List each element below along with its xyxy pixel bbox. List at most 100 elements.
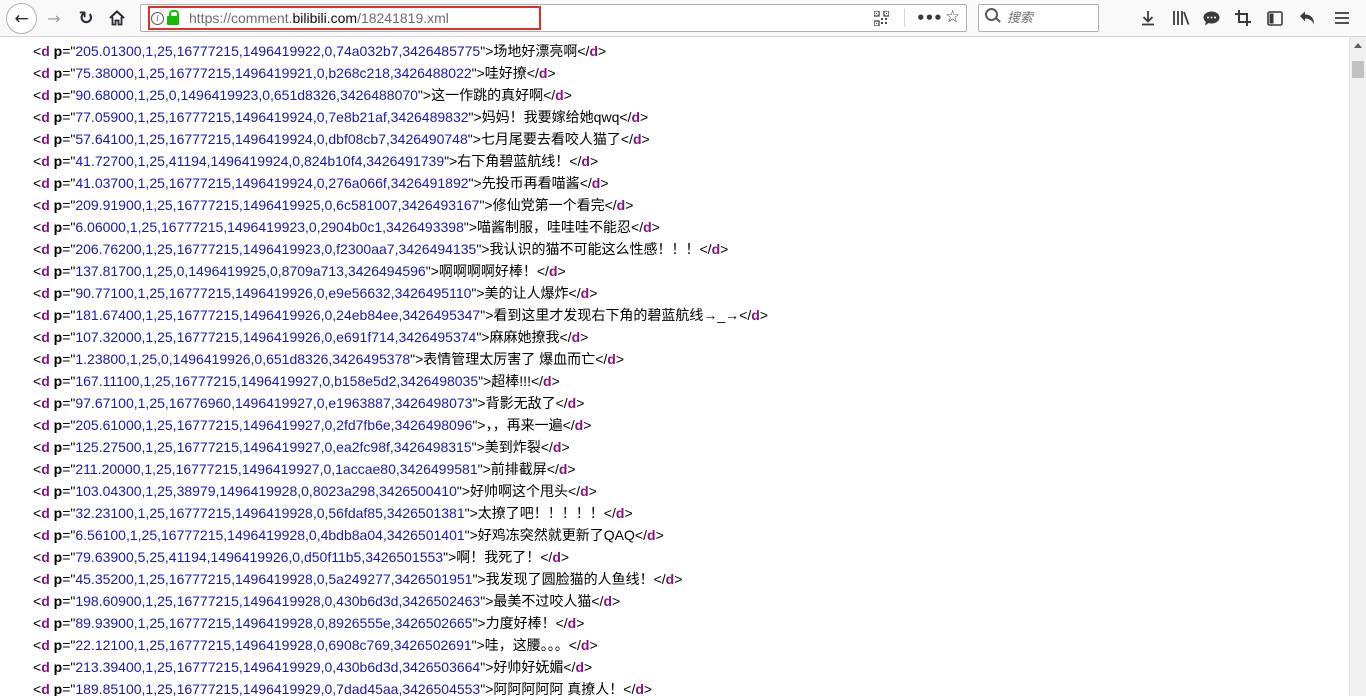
xml-text-content: 看到这里才发现右下角的碧蓝航线→_→ [493, 307, 740, 323]
xml-close-end: > [583, 417, 592, 433]
xml-tag-name: d [41, 131, 50, 147]
xml-tag-name: d [41, 307, 50, 323]
xml-close-bracket: </ [530, 373, 544, 389]
xml-close-bracket: </ [620, 131, 633, 147]
back-button[interactable]: ← [6, 3, 37, 34]
home-button[interactable] [103, 4, 131, 32]
xml-close-end: > [588, 483, 597, 499]
xml-attr-value: 41.72700,1,25,41194,1496419924,0,824b10f… [75, 153, 445, 169]
xml-attr-name: p [53, 307, 63, 323]
xml-line: <d p="167.11100,1,25,16777215,1496419927… [33, 370, 768, 392]
xml-attr-value: 22.12100,1,25,16777215,1496419928,0,6908… [75, 637, 472, 653]
lock-icon[interactable] [167, 10, 179, 25]
scroll-up-arrow-icon[interactable] [1354, 43, 1362, 48]
xml-attr-value: 32.23100,1,25,16777215,1496419928,0,56fd… [75, 505, 465, 521]
xml-attr-name: p [53, 197, 63, 213]
address-bar[interactable]: i https://comment.bilibili.com/18241819.… [140, 4, 967, 32]
xml-close-end: > [567, 461, 576, 477]
undo-button[interactable] [1295, 4, 1319, 32]
xml-attr-name: p [53, 87, 63, 103]
xml-close-end: > [651, 219, 660, 235]
forward-arrow-icon: → [47, 8, 61, 28]
xml-tag-name: d [41, 329, 50, 345]
xml-tag-open-bracket: < [33, 263, 42, 279]
xml-close-end: > [589, 285, 598, 301]
xml-attr-quote-close: "> [478, 373, 492, 389]
xml-text-content: 我认识的猫不可能这么性感！！！ [489, 241, 700, 257]
home-icon [109, 10, 125, 26]
reload-button[interactable]: ↻ [72, 4, 100, 32]
xml-close-bracket: </ [563, 659, 576, 675]
hamburger-menu-button[interactable] [1330, 4, 1354, 32]
search-input[interactable] [1007, 8, 1095, 28]
xml-close-bracket: </ [634, 527, 647, 543]
xml-close-end: > [640, 109, 649, 125]
xml-tag-open-bracket: < [33, 307, 42, 323]
xml-line: <d p="209.91900,1,25,16777215,1496419925… [33, 194, 768, 216]
xml-close-bracket: </ [555, 615, 568, 631]
xml-attr-value: 1.23800,1,25,0,1496419926,0,651d8326,342… [75, 351, 411, 367]
xml-line: <d p="137.81700,1,25,0,1496419925,0,8709… [33, 260, 768, 282]
xml-tag-name: d [41, 571, 50, 587]
xml-attr-equals: =" [62, 681, 76, 696]
xml-attr-equals: =" [62, 43, 76, 59]
xml-attr-equals: =" [62, 549, 76, 565]
xml-attr-name: p [53, 681, 63, 696]
xml-attr-equals: =" [62, 571, 76, 587]
xml-close-end: > [600, 175, 609, 191]
xml-attr-quote-close: "> [456, 483, 471, 499]
search-bar[interactable] [978, 4, 1099, 32]
xml-line: <d p="103.04300,1,25,38979,1496419928,0,… [33, 480, 768, 502]
xml-line: <d p="79.63900,5,25,41194,1496419926,0,d… [33, 546, 768, 568]
xml-text-content: 力度好棒！ [485, 615, 556, 631]
xml-close-bracket: </ [577, 43, 590, 59]
download-button[interactable] [1136, 4, 1160, 32]
xml-attr-equals: =" [62, 373, 76, 389]
xml-attr-equals: =" [62, 395, 76, 411]
forward-button[interactable]: → [40, 4, 68, 32]
xml-attr-quote-close: "> [480, 593, 494, 609]
xml-close-tag-name: d [580, 483, 589, 499]
vertical-scrollbar[interactable] [1349, 37, 1366, 696]
search-icon [985, 8, 1001, 23]
xml-text-content: 美的让人爆炸 [484, 285, 569, 301]
xml-attr-value: 198.60900,1,25,16777215,1496419928,0,430… [75, 593, 481, 609]
xml-attr-name: p [53, 241, 63, 257]
xml-attr-value: 167.11100,1,25,16777215,1496419927,0,b15… [75, 373, 479, 389]
reload-icon: ↻ [78, 7, 94, 29]
xml-attr-quote-close: "> [468, 175, 482, 191]
xml-text-content: 好鸡冻突然就更新了QAQ [477, 527, 635, 543]
xml-tag-open-bracket: < [33, 65, 42, 81]
url-text[interactable]: https://comment.bilibili.com/18241819.xm… [189, 10, 449, 26]
xml-close-tag-name: d [616, 197, 626, 213]
xml-close-tag-name: d [607, 351, 616, 367]
xml-close-tag-name: d [552, 549, 561, 565]
xml-attr-quote-close: "> [471, 285, 485, 301]
xml-tag-name: d [41, 439, 50, 455]
sidebar-button[interactable] [1263, 4, 1287, 32]
library-button[interactable] [1169, 4, 1193, 32]
xml-close-bracket: </ [540, 439, 553, 455]
xml-tag-open-bracket: < [33, 681, 42, 696]
xml-close-end: > [557, 263, 566, 279]
page-actions-menu-icon[interactable]: ••• [916, 9, 943, 27]
xml-close-bracket: </ [568, 637, 581, 653]
xml-close-tag-name: d [543, 373, 552, 389]
xml-attr-value: 107.32000,1,25,16777215,1496419926,0,e69… [75, 329, 477, 345]
xml-line: <d p="89.93900,1,25,16777215,1496419928,… [33, 612, 768, 634]
crop-button[interactable] [1231, 4, 1255, 32]
bookmark-star-icon[interactable]: ☆ [945, 7, 960, 27]
scroll-thumb[interactable] [1352, 61, 1364, 78]
xml-attr-equals: =" [62, 153, 76, 169]
xml-attr-value: 97.67100,1,25,16776960,1496419927,0,e196… [75, 395, 473, 411]
xml-attr-quote-close: "> [444, 153, 458, 169]
info-icon[interactable]: i [151, 12, 164, 25]
qr-code-icon[interactable] [874, 11, 889, 26]
xml-attr-equals: =" [62, 329, 76, 345]
xml-text-content: 妈妈！我要嫁给她qwq [481, 109, 620, 125]
xml-close-bracket: </ [619, 109, 632, 125]
chat-button[interactable] [1199, 4, 1223, 32]
xml-attr-equals: =" [62, 417, 76, 433]
xml-tag-name: d [41, 87, 50, 103]
undo-icon [1300, 11, 1314, 25]
